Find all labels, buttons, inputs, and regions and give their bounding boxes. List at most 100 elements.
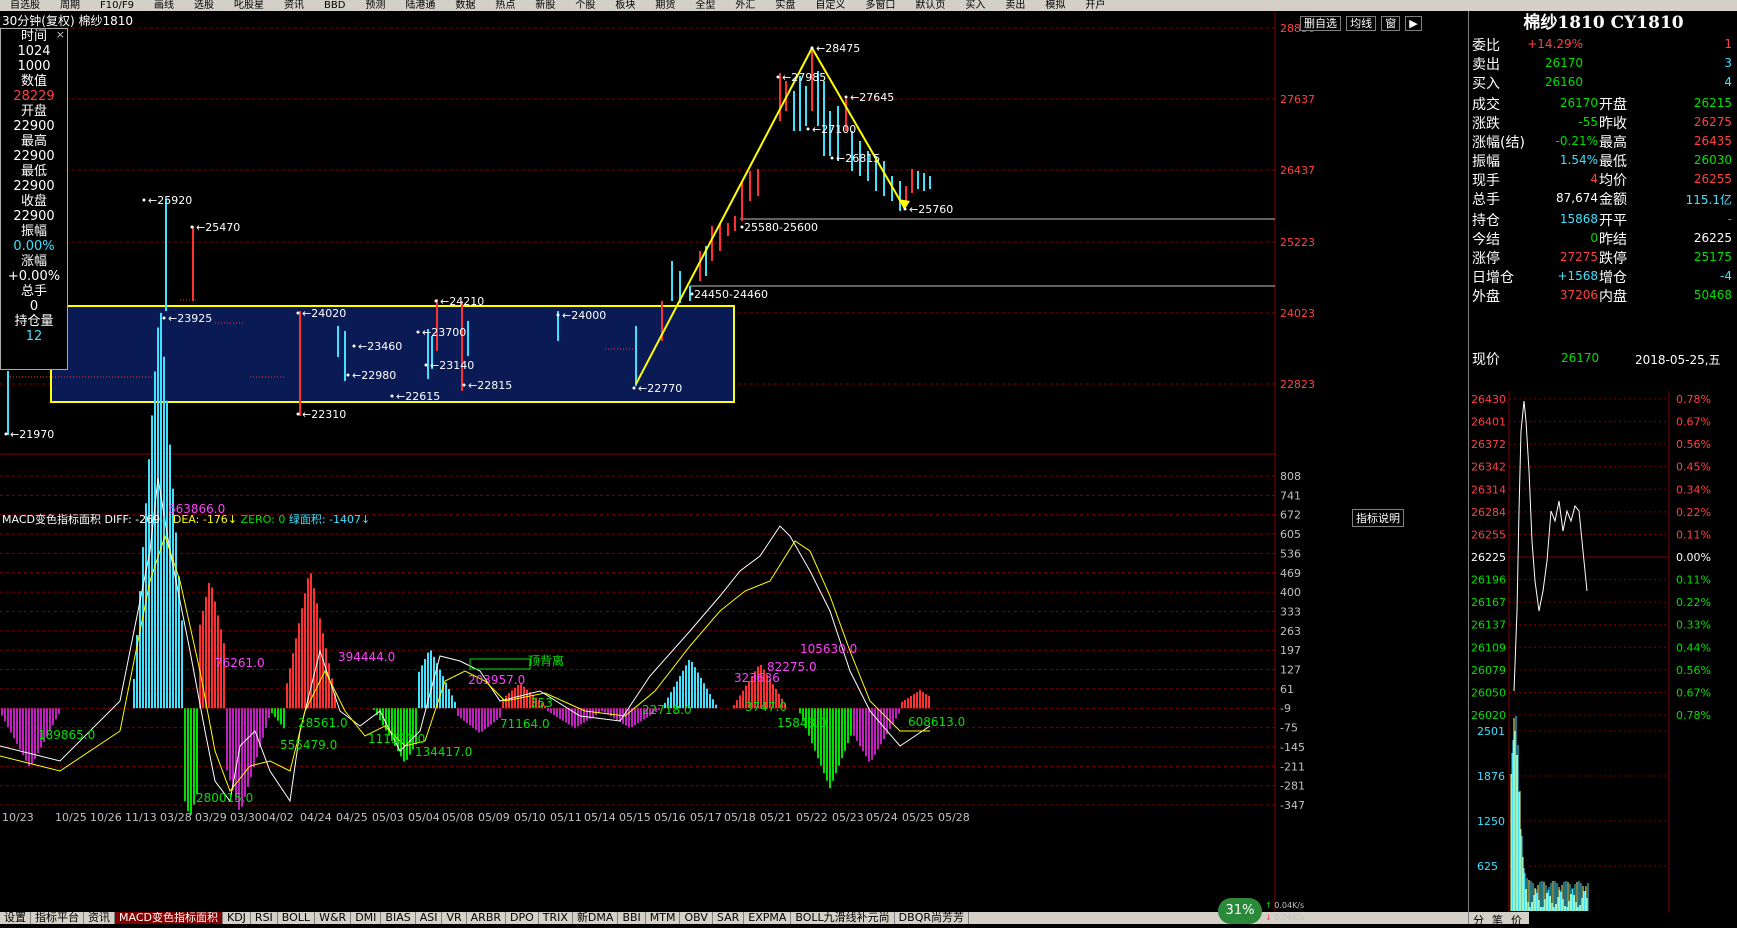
menu-item-20[interactable]: 多窗口: [865, 0, 895, 11]
date-tick: 05/10: [514, 811, 546, 824]
annotation-dot: [903, 207, 907, 211]
quote-cell: 持仓: [1472, 213, 1500, 229]
indicator-help-button[interactable]: 指标说明: [1352, 509, 1404, 527]
tab-price[interactable]: 价: [1507, 914, 1526, 927]
menu-item-2[interactable]: F10/F9: [100, 0, 134, 11]
indicator-tab-13[interactable]: DPO: [506, 912, 539, 924]
mini-price-tick: 26167: [1471, 596, 1506, 609]
main-chart[interactable]: 288362763726437252232402322823←28475←279…: [0, 11, 1468, 911]
indicator-tab-4[interactable]: KDJ: [222, 912, 251, 924]
window-button[interactable]: 窗: [1381, 16, 1401, 31]
mini-pct-tick: 0.56%: [1676, 664, 1711, 677]
macd-dea: DEA: -176: [172, 513, 228, 526]
network-speed: ↑ 0.04K/s ↓ 0.06K/s: [1265, 901, 1305, 922]
quote-row: 总手 87,674 金额 115.1亿: [1469, 189, 1737, 210]
indicator-tab-18[interactable]: OBV: [680, 912, 713, 924]
top-menu-bar: 自选股 周期 F10/F9 画线 选股 叱股星 资讯 BBD 预测 陆港通 数据 热点 新股 个股 板块 期货…: [0, 0, 1737, 11]
menu-item-17[interactable]: 外汇: [735, 0, 755, 11]
menu-item-7[interactable]: BBD: [324, 0, 345, 11]
macd-label: 111523.0: [368, 732, 425, 746]
indicator-tab-11[interactable]: VR: [442, 912, 467, 924]
menu-item-18[interactable]: 实盘: [775, 0, 795, 11]
menu-item-12[interactable]: 新股: [535, 0, 555, 11]
quote-cell: 内盘: [1599, 289, 1627, 305]
quote-cell: 总手: [1472, 192, 1500, 208]
indicator-tab-17[interactable]: MTM: [645, 912, 681, 924]
quote-cell: -4: [1720, 269, 1732, 283]
tab-tick[interactable]: 笔: [1488, 914, 1507, 927]
price-annotation: ←27645: [850, 91, 894, 104]
tab-minute[interactable]: 分: [1469, 914, 1488, 927]
annotation-dot: [352, 344, 356, 348]
price-annotation: 25580-25600: [744, 221, 818, 234]
arrow-icon[interactable]: ▶: [1405, 16, 1422, 31]
menu-item-15[interactable]: 期货: [655, 0, 675, 11]
indicator-tab-20[interactable]: EXPMA: [744, 912, 792, 924]
indicator-tab-12[interactable]: ARBR: [466, 912, 507, 924]
mini-vol-tick: 625: [1477, 860, 1498, 873]
indicator-tab-0[interactable]: 设置: [0, 912, 31, 924]
menu-item-23[interactable]: 卖出: [1005, 0, 1025, 11]
menu-item-8[interactable]: 预测: [365, 0, 385, 11]
intraday-chart[interactable]: 26430 0.78% 26401 0.67% 26372 0.56% 26342 0.45%…: [1469, 391, 1737, 913]
quote-cell: 金额: [1599, 192, 1627, 208]
indicator-tab-19[interactable]: SAR: [712, 912, 745, 924]
menu-item-11[interactable]: 热点: [495, 0, 515, 11]
date-tick: 05/25: [902, 811, 934, 824]
menu-item-0[interactable]: 自选股: [10, 0, 40, 11]
indicator-tab-5[interactable]: RSI: [250, 912, 278, 924]
mini-vol-tick: 1876: [1477, 770, 1505, 783]
oi-label: 持仓量: [14, 314, 54, 329]
close-icon[interactable]: ×: [56, 27, 65, 42]
indicator-tab-15[interactable]: 新DMA: [572, 912, 619, 924]
menu-item-9[interactable]: 陆港通: [405, 0, 435, 11]
mini-pct-tick: 0.56%: [1676, 438, 1711, 451]
menu-item-3[interactable]: 画线: [154, 0, 174, 11]
quote-cell: 26160: [1544, 75, 1583, 89]
macd-tick: -75: [1280, 722, 1298, 735]
quote-cell: 26435: [1693, 134, 1732, 148]
indicator-tab-6[interactable]: BOLL: [277, 912, 316, 924]
menu-item-19[interactable]: 自定义: [815, 0, 845, 11]
menu-item-5[interactable]: 叱股星: [234, 0, 264, 11]
low-value: 22900: [13, 179, 55, 194]
remove-favorite-button[interactable]: 删自选: [1300, 16, 1341, 31]
quote-cell: 26170: [1559, 96, 1598, 110]
indicator-tab-22[interactable]: DBQR尚芳芳: [894, 912, 969, 924]
menu-item-6[interactable]: 资讯: [284, 0, 304, 11]
ma-button[interactable]: 均线: [1346, 16, 1377, 31]
date-tick: 05/23: [832, 811, 864, 824]
menu-item-13[interactable]: 个股: [575, 0, 595, 11]
macd-label: 105630.0: [800, 642, 857, 656]
macd-label: 3747.0: [745, 700, 787, 714]
indicator-tab-14[interactable]: TRIX: [538, 912, 573, 924]
macd-tick: 672: [1280, 509, 1301, 522]
indicator-tab-9[interactable]: BIAS: [381, 912, 416, 924]
quote-cell: 0: [1590, 231, 1598, 245]
menu-item-14[interactable]: 板块: [615, 0, 635, 11]
menu-item-25[interactable]: 开户: [1085, 0, 1105, 11]
network-percent-badge[interactable]: 31%: [1218, 898, 1262, 924]
indicator-tab-7[interactable]: W&R: [315, 912, 352, 924]
indicator-tab-3[interactable]: MACD变色指标面积: [115, 912, 223, 924]
quote-row: 现手 4 均价 26255: [1469, 170, 1737, 191]
menu-item-10[interactable]: 数据: [455, 0, 475, 11]
quote-cell: 1: [1724, 37, 1732, 51]
mini-price-tick: 26342: [1471, 461, 1506, 474]
indicator-tab-1[interactable]: 指标平台: [31, 912, 84, 924]
menu-item-1[interactable]: 周期: [60, 0, 80, 11]
quote-cell: 最低: [1599, 154, 1627, 170]
price-annotation: ←24020: [302, 307, 346, 320]
indicator-tab-10[interactable]: ASI: [415, 912, 443, 924]
menu-item-16[interactable]: 全型: [695, 0, 715, 11]
quote-tabs[interactable]: 分笔价: [1469, 912, 1529, 927]
menu-item-21[interactable]: 默认页: [915, 0, 945, 11]
quote-cell: 27275: [1559, 250, 1598, 264]
menu-item-22[interactable]: 买入: [965, 0, 985, 11]
indicator-tab-21[interactable]: BOLL九滑线补元尚: [791, 912, 895, 924]
indicator-tab-16[interactable]: BBI: [618, 912, 646, 924]
menu-item-24[interactable]: 模拟: [1045, 0, 1065, 11]
menu-item-4[interactable]: 选股: [194, 0, 214, 11]
indicator-tab-8[interactable]: DMI: [351, 912, 382, 924]
indicator-tab-2[interactable]: 资讯: [84, 912, 115, 924]
